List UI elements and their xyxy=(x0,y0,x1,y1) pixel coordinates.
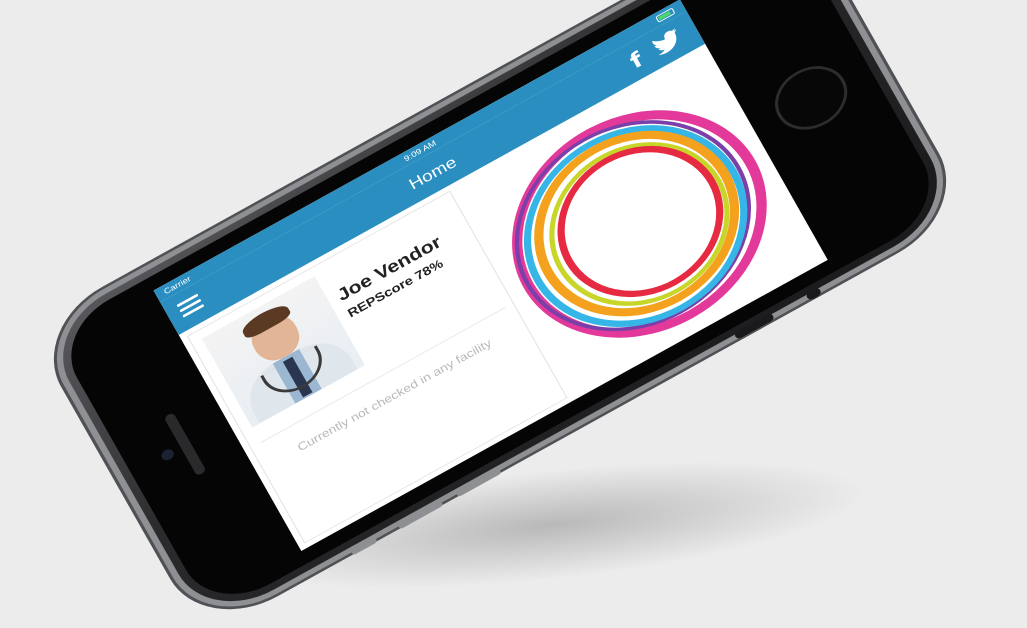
app-mockup-scene: Carrier 9:09 AM Home f Joe Vendor REPSco… xyxy=(0,0,1027,628)
facebook-icon[interactable]: f xyxy=(626,47,648,73)
twitter-bird-icon[interactable] xyxy=(649,27,685,58)
hamburger-menu-icon[interactable] xyxy=(176,293,205,319)
phone-wrapper: Carrier 9:09 AM Home f Joe Vendor REPSco… xyxy=(0,0,1027,628)
phone-device: Carrier 9:09 AM Home f Joe Vendor REPSco… xyxy=(40,0,960,626)
